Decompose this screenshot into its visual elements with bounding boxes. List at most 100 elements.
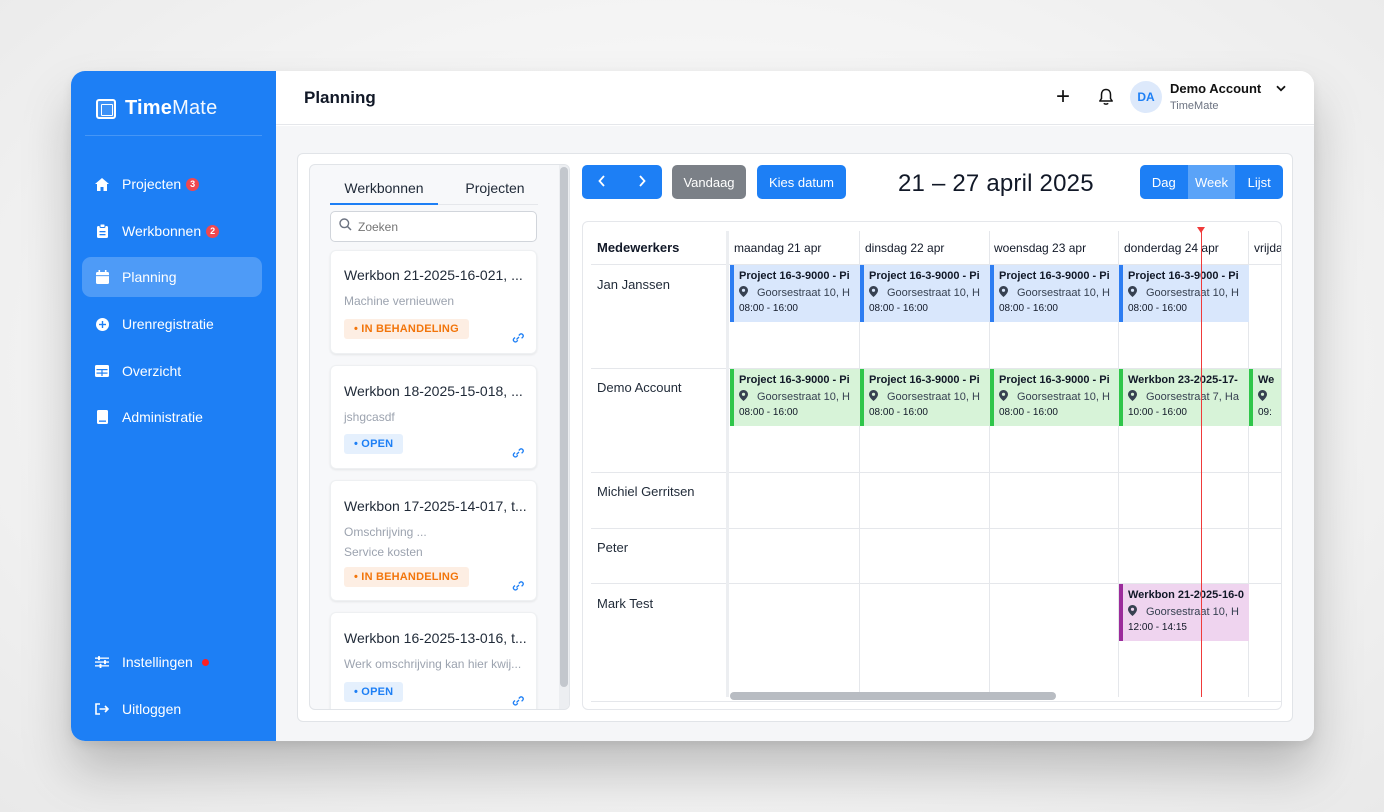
next-week-button[interactable] [638, 174, 646, 190]
link-icon[interactable] [511, 694, 524, 709]
sidebar-item-label: Administratie [122, 409, 203, 425]
event-time: 09: [1258, 407, 1272, 418]
event-title: Project 16-3-9000 - Pi [869, 270, 980, 282]
sidebar-item-label: Uitloggen [122, 701, 182, 717]
planning-event[interactable]: Werkbon 21-2025-16-0 Goorsestraat 10, H … [1119, 584, 1249, 641]
workorder-card[interactable]: Werkbon 16-2025-13-016, t... Werk omschr… [330, 612, 537, 709]
employees-column-header: Medewerkers [597, 240, 680, 255]
planning-event[interactable]: Project 16-3-9000 - Pi Goorsestraat 10, … [730, 369, 860, 426]
event-address: Goorsestraat 10, H [869, 389, 990, 405]
map-pin-icon [739, 286, 748, 297]
event-time: 08:00 - 16:00 [869, 303, 928, 314]
sidebar-item-administratie[interactable]: Administratie [82, 397, 262, 437]
day-header-monday: maandag 21 apr [734, 241, 822, 255]
workorder-card[interactable]: Werkbon 21-2025-16-021, ... Machine vern… [330, 250, 537, 354]
event-title: Project 16-3-9000 - Pi [869, 374, 980, 386]
nav-button-group [582, 165, 662, 199]
grid-row-divider [591, 472, 1281, 473]
account-name[interactable]: Demo Account [1170, 81, 1261, 96]
event-address: Goorsestraat 10, H [999, 285, 1119, 301]
link-icon[interactable] [511, 331, 524, 346]
grid-row-divider [591, 701, 1281, 702]
event-address [1258, 389, 1281, 405]
timeline-grid: Medewerkers maandag 21 apr dinsdag 22 ap… [582, 221, 1282, 710]
employee-row-label: Mark Test [597, 596, 654, 611]
grid-row-divider [591, 528, 1281, 529]
event-time: 08:00 - 16:00 [999, 407, 1058, 418]
workorder-card[interactable]: Werkbon 18-2025-15-018, ... jshgcasdf • … [330, 365, 537, 469]
link-icon[interactable] [511, 579, 524, 594]
event-title: We [1258, 374, 1275, 386]
avatar[interactable]: DA [1130, 81, 1162, 113]
sidebar: TimeMate Projecten 3 Werkbonnen 2 Planni… [71, 71, 276, 741]
sidebar-item-urenregistratie[interactable]: Urenregistratie [82, 304, 262, 344]
sidebar-item-label: Projecten [122, 176, 182, 192]
sidebar-item-instellingen[interactable]: Instellingen [82, 642, 262, 682]
map-pin-icon [869, 390, 878, 401]
prev-week-button[interactable] [598, 174, 606, 190]
app-logo[interactable]: TimeMate [96, 97, 217, 120]
chevron-down-icon[interactable] [1276, 84, 1286, 95]
current-time-line [1201, 231, 1202, 697]
top-header: Planning + DA Demo Account TimeMate [276, 71, 1314, 125]
planning-event[interactable]: Project 16-3-9000 - Pi Goorsestraat 10, … [1119, 265, 1249, 322]
scrollbar-thumb[interactable] [560, 167, 568, 687]
sidebar-item-label: Overzicht [122, 363, 182, 379]
employee-row-label: Michiel Gerritsen [597, 484, 695, 499]
workorder-title: Werkbon 16-2025-13-016, t... [344, 630, 527, 646]
map-pin-icon [869, 286, 878, 297]
sidebar-item-werkbonnen[interactable]: Werkbonnen 2 [82, 211, 262, 251]
main-content: Werkbonnen Projecten Werkbon 21-2025-16-… [276, 126, 1314, 741]
add-icon[interactable]: + [1056, 85, 1070, 109]
planning-event[interactable]: Project 16-3-9000 - Pi Goorsestraat 10, … [860, 369, 990, 426]
event-title: Project 16-3-9000 - Pi [999, 374, 1110, 386]
planning-event[interactable]: Project 16-3-9000 - Pi Goorsestraat 10, … [990, 369, 1119, 426]
event-time: 08:00 - 16:00 [999, 303, 1058, 314]
event-time: 12:00 - 14:15 [1128, 622, 1187, 633]
home-icon [95, 177, 109, 191]
workorder-title: Werkbon 17-2025-14-017, t... [344, 498, 527, 514]
today-button[interactable]: Vandaag [672, 165, 746, 199]
sidebar-item-projecten[interactable]: Projecten 3 [82, 164, 262, 204]
tab-projecten[interactable]: Projecten [455, 179, 535, 205]
bell-icon[interactable] [1098, 88, 1114, 106]
account-company: TimeMate [1170, 100, 1219, 112]
event-address: Goorsestraat 10, H [739, 389, 860, 405]
status-badge: • OPEN [344, 682, 404, 702]
day-header-tuesday: dinsdag 22 apr [865, 241, 945, 255]
sliders-icon [95, 655, 109, 669]
planning-event[interactable]: We 09: [1249, 369, 1281, 426]
sidebar-item-label: Instellingen [122, 654, 193, 670]
search-box[interactable] [330, 211, 537, 242]
sidebar-item-planning[interactable]: Planning [82, 257, 262, 297]
event-title: Werkbon 21-2025-16-0 [1128, 589, 1244, 601]
sidebar-item-uitloggen[interactable]: Uitloggen [82, 689, 262, 729]
workorder-card[interactable]: Werkbon 17-2025-14-017, t... Omschrijvin… [330, 480, 537, 601]
planning-event[interactable]: Project 16-3-9000 - Pi Goorsestraat 10, … [860, 265, 990, 322]
day-header-friday: vrijdag 25 apr [1254, 241, 1281, 255]
planning-event[interactable]: Project 16-3-9000 - Pi Goorsestraat 10, … [730, 265, 860, 322]
event-title: Project 16-3-9000 - Pi [1128, 270, 1239, 282]
sidebar-item-label: Urenregistratie [122, 316, 214, 332]
employee-row-label: Demo Account [597, 380, 682, 395]
event-title: Werkbon 23-2025-17- [1128, 374, 1238, 386]
link-icon[interactable] [511, 446, 524, 461]
view-dag-button[interactable]: Dag [1140, 165, 1188, 199]
pick-date-button[interactable]: Kies datum [757, 165, 846, 199]
plus-circle-icon [95, 317, 109, 331]
employee-row-label: Peter [597, 540, 629, 555]
view-lijst-button[interactable]: Lijst [1235, 165, 1283, 199]
calendar: Vandaag Kies datum 21 – 27 april 2025 Da… [582, 164, 1283, 710]
sidebar-item-overzicht[interactable]: Overzicht [82, 351, 262, 391]
event-title: Project 16-3-9000 - Pi [739, 374, 850, 386]
event-time: 10:00 - 16:00 [1128, 407, 1187, 418]
planning-event[interactable]: Project 16-3-9000 - Pi Goorsestraat 10, … [990, 265, 1119, 322]
view-week-button[interactable]: Week [1187, 165, 1236, 199]
table-icon [95, 364, 109, 378]
tab-werkbonnen[interactable]: Werkbonnen [330, 179, 438, 205]
planning-event[interactable]: Werkbon 23-2025-17- Goorsestraat 7, Ha 1… [1119, 369, 1249, 426]
list-scrollbar[interactable] [559, 165, 569, 709]
date-range-title: 21 – 27 april 2025 [898, 170, 1094, 197]
horizontal-scrollbar[interactable] [730, 692, 1056, 700]
search-input[interactable] [358, 219, 528, 234]
